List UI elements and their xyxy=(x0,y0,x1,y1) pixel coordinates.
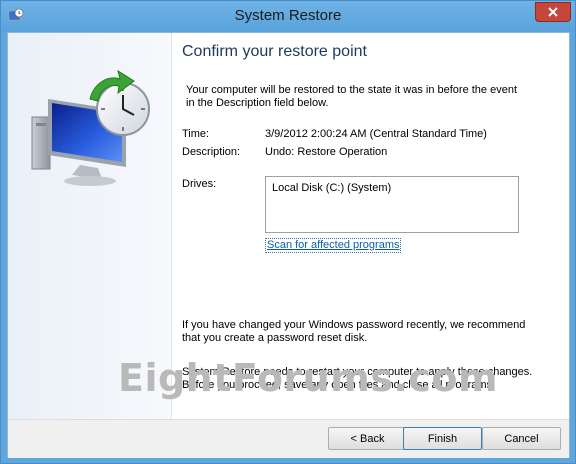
back-button[interactable]: < Back xyxy=(328,427,407,450)
drives-list[interactable]: Local Disk (C:) (System) xyxy=(265,176,519,233)
close-button[interactable] xyxy=(535,2,571,22)
time-label: Time: xyxy=(182,128,210,140)
time-value: 3/9/2012 2:00:24 AM (Central Standard Ti… xyxy=(265,128,487,140)
description-value: Undo: Restore Operation xyxy=(265,146,388,158)
password-text-line-2: that you create a password reset disk. xyxy=(182,332,368,344)
window-title: System Restore xyxy=(234,7,342,24)
system-restore-illustration-icon xyxy=(31,69,150,186)
description-label: Description: xyxy=(182,146,241,158)
intro-text-line-2: in the Description field below. xyxy=(186,97,329,109)
drives-label: Drives: xyxy=(182,178,217,190)
system-restore-window: System Restore Confirm your restore poin… xyxy=(0,0,576,464)
page-heading: Confirm your restore point xyxy=(182,43,367,60)
title-bar[interactable]: System Restore xyxy=(1,1,575,32)
close-icon xyxy=(548,7,558,17)
cancel-button[interactable]: Cancel xyxy=(482,427,561,450)
drive-list-item[interactable]: Local Disk (C:) (System) xyxy=(272,182,391,194)
scan-affected-programs-link[interactable]: Scan for affected programs xyxy=(265,238,402,253)
watermark-text: EightForums.com xyxy=(118,356,499,400)
finish-button[interactable]: Finish xyxy=(403,427,482,450)
